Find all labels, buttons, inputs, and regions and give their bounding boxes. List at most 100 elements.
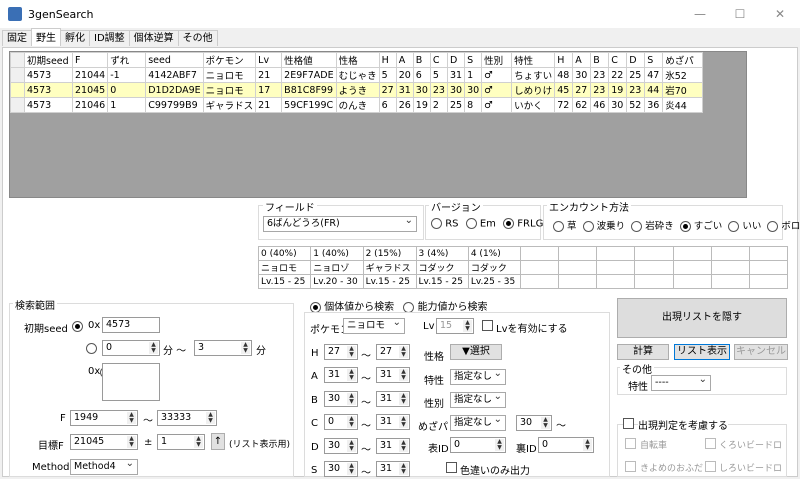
grid-header-cell[interactable]: Lv xyxy=(255,52,283,68)
table-row[interactable]: 4573 21044 -1 4142ABF7 ニョロモ 21 2E9F7ADE むじゃき 5 20… xyxy=(10,67,704,83)
iv-to-input[interactable]: 31 ▲ ▼ xyxy=(376,461,410,477)
encounter-radio-grass[interactable] xyxy=(553,221,564,232)
iv-from-input[interactable]: 27 ▲ ▼ xyxy=(324,344,358,360)
minute2-spinner[interactable]: ▲ ▼ xyxy=(241,342,250,354)
minimize-button[interactable]: — xyxy=(680,0,720,28)
iv-from-spinner[interactable]: ▲ ▼ xyxy=(347,392,356,405)
iv-to-input[interactable]: 27 ▲ ▼ xyxy=(376,344,410,360)
iv-from-spinner[interactable]: ▲ ▼ xyxy=(347,369,356,382)
table-row[interactable]: 4573 21045 0 D1D2DA9E ニョロモ 17 B81C8F99 ようき 27 31 3… xyxy=(10,82,704,98)
f-to-spinner[interactable]: ▲ ▼ xyxy=(206,412,215,424)
grid-header-cell[interactable]: 性別 xyxy=(481,52,513,68)
iv-to-spinner[interactable]: ▲ ▼ xyxy=(399,416,408,429)
hp-power-input[interactable]: 30 ▲ ▼ xyxy=(516,415,552,431)
grid-header-cell[interactable]: S xyxy=(644,52,664,68)
iv-from-spinner[interactable]: ▲ ▼ xyxy=(347,439,356,452)
iv-from-spinner[interactable]: ▲ ▼ xyxy=(347,463,356,475)
seed-list-textarea[interactable] xyxy=(102,363,160,401)
mode-iv-radio[interactable] xyxy=(310,301,321,313)
table-row[interactable]: 4573 21046 1 C99799B9 ギャラドス 21 59CF199C のんき 6 26 1… xyxy=(10,97,704,113)
grid-header-cell[interactable]: H xyxy=(554,52,574,68)
iv-to-spinner[interactable]: ▲ ▼ xyxy=(399,392,408,405)
iv-from-input[interactable]: 31 ▲ ▼ xyxy=(324,367,358,384)
up-arrow-button[interactable]: ↑ xyxy=(211,433,225,450)
iv-from-spinner[interactable]: ▲ ▼ xyxy=(347,346,356,358)
hidden-power-select[interactable]: 指定なし xyxy=(450,415,506,431)
tab-fixed[interactable]: 固定 xyxy=(2,30,32,46)
minute-input[interactable]: 0 ▲ ▼ xyxy=(102,340,160,356)
version-radio-rs[interactable] xyxy=(431,218,442,229)
row-header-cell[interactable] xyxy=(10,67,25,83)
bicycle-checkbox[interactable] xyxy=(625,438,636,449)
nature-select-button[interactable]: ▼選択 xyxy=(450,344,502,360)
grid-header-cell[interactable]: B xyxy=(590,52,610,68)
grid-header-cell[interactable]: A xyxy=(395,52,414,68)
tid-spinner[interactable]: ▲ ▼ xyxy=(495,439,504,451)
seed-input[interactable]: 4573 xyxy=(102,317,160,333)
row-header-cell[interactable] xyxy=(10,82,25,98)
field-select[interactable]: 6ばんどうろ(FR) xyxy=(263,216,417,232)
results-grid[interactable]: 初期seed F ずれ seed ポケモン Lv 性格値 性格 H A B C D S 性別 特性 H A B C D S… xyxy=(9,51,747,198)
tab-other[interactable]: その他 xyxy=(177,30,218,46)
lv-input[interactable]: 15 ▲ ▼ xyxy=(436,318,474,334)
mode-stat-radio[interactable] xyxy=(403,301,415,313)
tab-egg[interactable]: 孵化 xyxy=(60,30,90,46)
minute2-input[interactable]: 3 ▲ ▼ xyxy=(194,340,252,356)
iv-from-input[interactable]: 30 ▲ ▼ xyxy=(324,437,358,454)
other-ability-select[interactable]: ---- xyxy=(651,375,711,391)
grid-header-cell[interactable]: 性格値 xyxy=(281,52,337,68)
grid-header-cell[interactable]: 性格 xyxy=(335,52,380,68)
grid-header-cell[interactable]: F xyxy=(71,52,109,68)
grid-header-cell[interactable]: D xyxy=(626,52,646,68)
cleanse-tag-checkbox[interactable] xyxy=(625,461,636,472)
grid-header-cell[interactable]: B xyxy=(412,52,431,68)
grid-header-cell[interactable]: 初期seed xyxy=(24,52,73,68)
iv-from-input[interactable]: 0 ▲ ▼ xyxy=(324,414,358,431)
target-f-input[interactable]: 21045 ▲ ▼ xyxy=(70,434,138,450)
shiny-checkbox[interactable] xyxy=(446,462,457,473)
iv-to-spinner[interactable]: ▲ ▼ xyxy=(399,463,408,475)
range-input[interactable]: 1 ▲ ▼ xyxy=(157,434,205,450)
iv-to-spinner[interactable]: ▲ ▼ xyxy=(399,369,408,382)
row-header-cell[interactable] xyxy=(10,97,25,113)
encounter-radio-old[interactable] xyxy=(767,221,779,232)
encounter-radio-super[interactable] xyxy=(679,221,691,232)
target-f-spinner[interactable]: ▲ ▼ xyxy=(127,436,136,448)
iv-to-input[interactable]: 31 ▲ ▼ xyxy=(376,414,410,431)
grid-header-cell[interactable]: C xyxy=(608,52,628,68)
hide-list-button[interactable]: 出現リストを隠す xyxy=(617,298,787,338)
iv-to-input[interactable]: 31 ▲ ▼ xyxy=(376,437,410,454)
ability-select[interactable]: 指定なし xyxy=(450,369,506,385)
f-from-input[interactable]: 1949 ▲ ▼ xyxy=(70,410,138,426)
iv-to-spinner[interactable]: ▲ ▼ xyxy=(399,346,408,358)
range-spinner[interactable]: ▲ ▼ xyxy=(194,436,203,448)
iv-to-input[interactable]: 31 ▲ ▼ xyxy=(376,390,410,407)
sid-input[interactable]: 0 ▲ ▼ xyxy=(538,437,594,453)
grid-header-cell[interactable]: A xyxy=(572,52,592,68)
version-radio-em[interactable] xyxy=(465,218,477,229)
tab-wild[interactable]: 野生 xyxy=(31,28,61,46)
lv-spinner[interactable]: ▲ ▼ xyxy=(463,320,472,332)
tid-input[interactable]: 0 ▲ ▼ xyxy=(450,437,506,453)
grid-header-cell[interactable]: 特性 xyxy=(511,52,556,68)
encounter-radio-rock[interactable] xyxy=(631,221,643,232)
grid-header-cell[interactable]: seed xyxy=(145,52,204,68)
grid-header-cell[interactable]: めざパ xyxy=(662,52,704,68)
encounter-radio-good[interactable] xyxy=(728,221,740,232)
grid-header-cell[interactable]: H xyxy=(378,52,397,68)
f-to-input[interactable]: 33333 ▲ ▼ xyxy=(157,410,217,426)
tab-reverse[interactable]: 個体逆算 xyxy=(128,30,179,46)
close-button[interactable]: ✕ xyxy=(760,0,800,28)
grid-header-cell[interactable]: ずれ xyxy=(107,52,147,68)
iv-from-spinner[interactable]: ▲ ▼ xyxy=(347,416,356,429)
minute-spinner[interactable]: ▲ ▼ xyxy=(149,342,158,354)
black-flute-checkbox[interactable] xyxy=(705,438,716,449)
grid-header-cell[interactable]: S xyxy=(464,52,483,68)
iv-to-spinner[interactable]: ▲ ▼ xyxy=(399,439,408,452)
sid-spinner[interactable]: ▲ ▼ xyxy=(583,439,592,451)
white-flute-checkbox[interactable] xyxy=(705,461,716,472)
iv-to-input[interactable]: 31 ▲ ▼ xyxy=(376,367,410,384)
iv-from-input[interactable]: 30 ▲ ▼ xyxy=(324,461,358,477)
maximize-button[interactable]: ☐ xyxy=(720,0,760,28)
seed-hex-radio[interactable] xyxy=(72,321,83,332)
